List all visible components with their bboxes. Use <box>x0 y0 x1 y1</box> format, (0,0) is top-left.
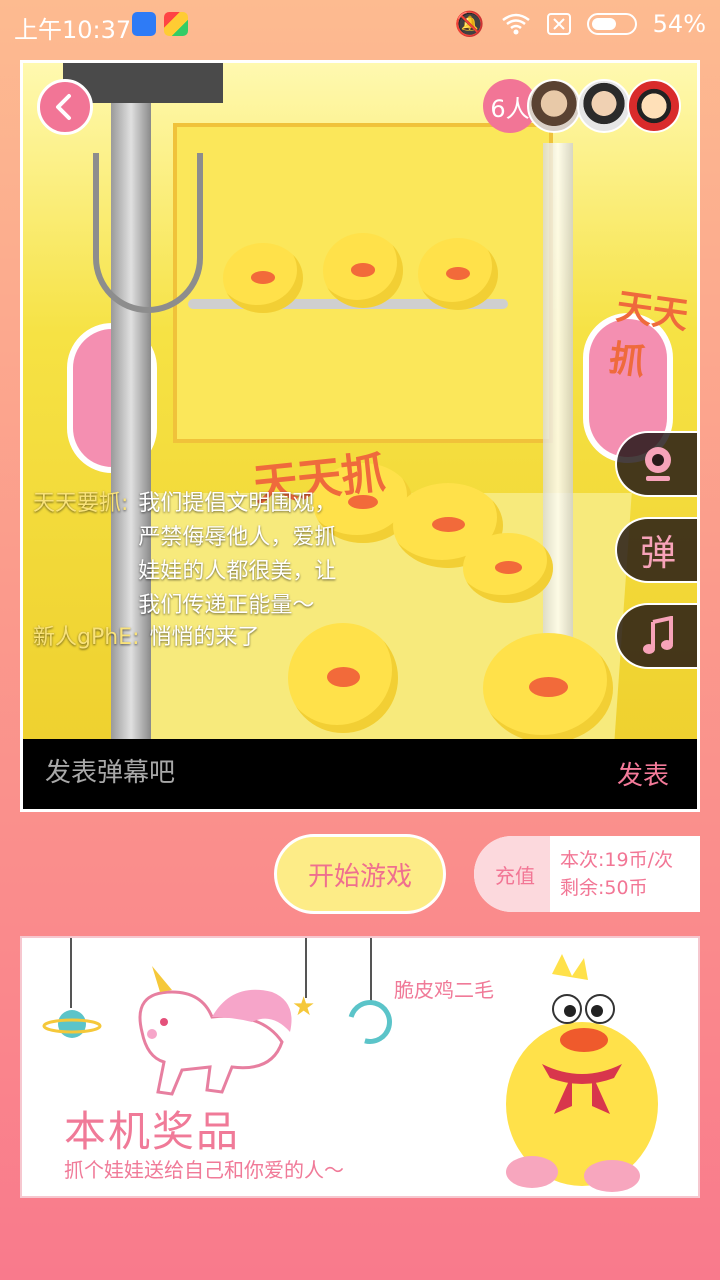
danmu-message: 天天要抓: 我们提倡文明围观，严禁侮辱他人，爱抓娃娃的人都很美，让我们传递正能量～ <box>33 487 348 623</box>
avatar[interactable] <box>627 79 681 133</box>
color-app-icon <box>164 12 188 36</box>
status-bar: 上午10:37 🔕 54% <box>0 0 720 50</box>
chevron-left-icon <box>56 94 71 120</box>
music-note-icon <box>643 616 673 654</box>
battery-icon <box>586 13 637 35</box>
wifi-icon <box>501 13 530 35</box>
send-barrage-button[interactable]: 发表 <box>617 755 669 792</box>
moon-icon <box>339 991 401 1053</box>
hanging-string <box>370 938 372 1004</box>
prize-subtitle: 抓个娃娃送给自己和你爱的人～ <box>64 1158 344 1182</box>
plush-duck <box>288 623 398 733</box>
planet-icon <box>42 1010 102 1038</box>
prize-title: 本机奖品 <box>64 1107 241 1156</box>
sim-icon <box>546 13 571 35</box>
hanging-string <box>305 938 307 998</box>
danmu-nick: 新人gPhE: <box>33 625 140 650</box>
camera-switch-button[interactable] <box>615 431 697 497</box>
danmu-text: 悄悄的来了 <box>149 625 260 650</box>
plush-duck <box>223 243 303 313</box>
plush-duck <box>463 533 553 603</box>
unicorn-illustration <box>138 966 292 1096</box>
comment-bar: 发表 <box>23 739 697 809</box>
coin-balance: 剩余:50币 <box>560 877 648 899</box>
barrage-label: 弹 <box>639 533 676 574</box>
back-button[interactable] <box>37 79 93 135</box>
avatar[interactable] <box>527 79 581 133</box>
hanging-string <box>70 938 72 1008</box>
danmu-text: 我们提倡文明围观，严禁侮辱他人，爱抓娃娃的人都很美，让我们传递正能量～ <box>138 491 337 618</box>
webcam-icon <box>645 447 671 481</box>
prize-name: 脆皮鸡二毛 <box>394 978 494 1002</box>
price-per-play: 本次:19币/次 <box>560 849 673 871</box>
barrage-input[interactable] <box>45 753 525 793</box>
plush-duck <box>418 238 498 310</box>
battery-percent: 54% <box>652 10 706 38</box>
music-toggle-button[interactable] <box>615 603 697 669</box>
machine-logo-text-right: 天天抓 <box>606 286 691 384</box>
prize-panel: ★ 本机奖品 抓个娃娃送给自己和你爱的人～ 脆皮鸡二毛 <box>20 936 700 1198</box>
coin-panel: 充值 本次:19币/次 剩余:50币 <box>474 836 700 912</box>
danmu-message: 新人gPhE: 悄悄的来了 <box>33 621 260 655</box>
price-info: 本次:19币/次 剩余:50币 <box>560 846 673 902</box>
avatar[interactable] <box>577 79 631 133</box>
claw <box>93 153 203 313</box>
shield-app-icon <box>132 12 156 36</box>
prize-toy-image <box>506 954 658 1192</box>
plush-duck <box>323 233 403 308</box>
start-game-button[interactable]: 开始游戏 <box>274 834 446 914</box>
mute-icon: 🔕 <box>454 10 485 38</box>
barrage-toggle-button[interactable]: 弹 <box>615 517 697 583</box>
status-time: 上午10:37 <box>14 16 132 44</box>
recharge-button[interactable]: 充值 <box>474 836 550 912</box>
viewer-list[interactable]: 6人 <box>483 79 681 133</box>
live-video: 天天抓 天天抓 6人 弹 天天要抓: 我们提倡文明围观，严禁侮辱他人，爱抓娃娃的人… <box>20 60 700 812</box>
plush-duck <box>483 633 613 743</box>
danmu-nick: 天天要抓: <box>33 491 129 516</box>
